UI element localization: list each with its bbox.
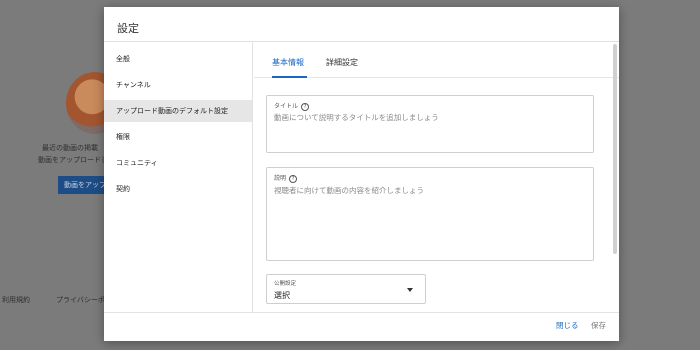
- bg-caption-2: 動画をアップロードし: [38, 156, 108, 164]
- description-field[interactable]: 説明? 視聴者に向けて動画の内容を紹介しましょう: [266, 167, 594, 261]
- content-scrollbar[interactable]: [613, 44, 617, 254]
- settings-sidebar: 全般 チャンネル アップロード動画のデフォルト設定 権限 コミュニティ 契約: [104, 42, 253, 312]
- footer-divider: [104, 312, 619, 313]
- sidebar-item-upload-defaults[interactable]: アップロード動画のデフォルト設定: [104, 100, 252, 122]
- bg-caption-1: 最近の動画の掲載: [42, 144, 98, 152]
- active-tab-indicator: [272, 76, 307, 78]
- description-field-label: 説明?: [274, 173, 298, 183]
- close-button[interactable]: 閉じる: [556, 320, 579, 331]
- caret-down-icon: [407, 288, 413, 292]
- sidebar-item-community[interactable]: コミュニティ: [104, 152, 252, 174]
- tab-bar: 基本情報 詳細設定: [254, 42, 619, 78]
- title-placeholder: 動画について説明するタイトルを追加しましょう: [274, 113, 439, 122]
- visibility-select[interactable]: 公開設定 選択: [266, 274, 426, 304]
- bg-footer-terms: 利用規約: [2, 296, 30, 304]
- help-circle-icon[interactable]: ?: [289, 174, 298, 183]
- sidebar-item-agreements[interactable]: 契約: [104, 178, 252, 200]
- settings-dialog: 設定 全般 チャンネル アップロード動画のデフォルト設定 権限 コミュニティ 契…: [104, 7, 619, 341]
- visibility-value: 選択: [274, 291, 290, 300]
- title-field[interactable]: タイトル? 動画について説明するタイトルを追加しましょう: [266, 95, 594, 153]
- sidebar-item-general[interactable]: 全般: [104, 48, 252, 70]
- sidebar-item-permissions[interactable]: 権限: [104, 126, 252, 148]
- dialog-title: 設定: [117, 22, 139, 35]
- title-field-label: タイトル?: [274, 101, 310, 111]
- bg-upload-button: 動画をアップ: [58, 176, 110, 194]
- description-label-text: 説明: [274, 175, 287, 182]
- visibility-label: 公開設定: [274, 281, 297, 287]
- help-circle-icon[interactable]: ?: [301, 102, 310, 111]
- tab-basic-info[interactable]: 基本情報: [272, 57, 304, 68]
- title-label-text: タイトル: [274, 103, 299, 110]
- save-button[interactable]: 保存: [591, 320, 606, 331]
- sidebar-item-channel[interactable]: チャンネル: [104, 74, 252, 96]
- tab-advanced-settings[interactable]: 詳細設定: [326, 57, 358, 68]
- bg-footer-privacy: プライバシーポ: [56, 296, 105, 304]
- description-placeholder: 視聴者に向けて動画の内容を紹介しましょう: [274, 186, 424, 195]
- settings-content: 基本情報 詳細設定 タイトル? 動画について説明するタイトルを追加しましょう 説…: [254, 42, 619, 312]
